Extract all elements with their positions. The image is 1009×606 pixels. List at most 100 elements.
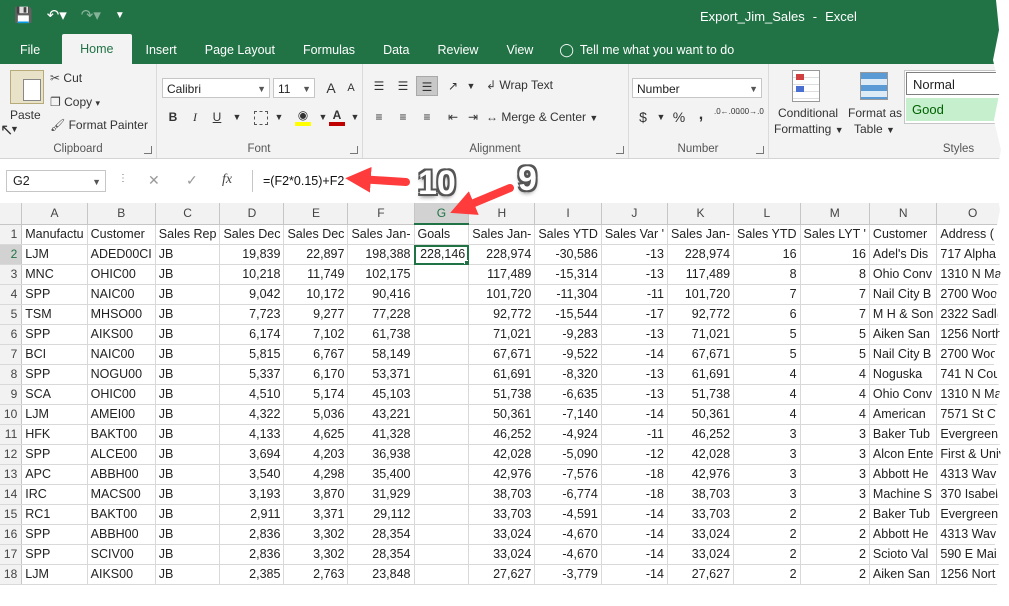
- cell-f5[interactable]: 77,228: [347, 304, 415, 325]
- cell-c11[interactable]: JB: [155, 424, 221, 445]
- cell-a10[interactable]: LJM: [21, 404, 88, 425]
- cell-c10[interactable]: JB: [155, 404, 221, 425]
- cell-n3[interactable]: Ohio Conv: [869, 264, 938, 285]
- cell-e15[interactable]: 3,371: [283, 504, 349, 525]
- clipboard-launcher-icon[interactable]: [144, 146, 152, 154]
- cell-o4[interactable]: 2700 Woo: [936, 284, 1009, 305]
- cell-h6[interactable]: 71,021: [468, 324, 536, 345]
- cell-m5[interactable]: 7: [800, 304, 870, 325]
- column-header-c[interactable]: C: [155, 203, 221, 225]
- cell-o18[interactable]: 1256 Nort: [936, 564, 1009, 585]
- cell-k16[interactable]: 33,024: [667, 524, 735, 545]
- cell-k10[interactable]: 50,361: [667, 404, 735, 425]
- tab-page-layout[interactable]: Page Layout: [191, 36, 289, 64]
- cell-d4[interactable]: 9,042: [219, 284, 285, 305]
- cell-l8[interactable]: 4: [733, 364, 801, 385]
- column-header-m[interactable]: M: [800, 203, 870, 225]
- cell-h3[interactable]: 117,489: [468, 264, 536, 285]
- fill-color-button[interactable]: ◉: [292, 105, 314, 126]
- cell-g8[interactable]: [414, 364, 470, 385]
- cell-n12[interactable]: Alcon Ente: [869, 444, 938, 465]
- cell-m14[interactable]: 3: [800, 484, 870, 505]
- bottom-align-icon[interactable]: ☰: [416, 76, 438, 96]
- cell-f10[interactable]: 43,221: [347, 404, 415, 425]
- cell-c15[interactable]: JB: [155, 504, 221, 525]
- cell-o2[interactable]: 717 Alpha: [936, 244, 1009, 265]
- cell-k12[interactable]: 42,028: [667, 444, 735, 465]
- cell-i3[interactable]: -15,314: [534, 264, 602, 285]
- row-header[interactable]: 7: [0, 344, 23, 365]
- column-header-j[interactable]: J: [601, 203, 668, 225]
- cell-e16[interactable]: 3,302: [283, 524, 349, 545]
- cell-d1[interactable]: Sales Dec: [219, 224, 285, 245]
- cell-b10[interactable]: AMEI00: [87, 404, 156, 425]
- cell-b11[interactable]: BAKT00: [87, 424, 156, 445]
- cell-j16[interactable]: -14: [601, 524, 668, 545]
- row-header[interactable]: 14: [0, 484, 23, 505]
- cell-m10[interactable]: 4: [800, 404, 870, 425]
- cell-k2[interactable]: 228,974: [667, 244, 735, 265]
- row-header[interactable]: 8: [0, 364, 23, 385]
- row-header[interactable]: 6: [0, 324, 23, 345]
- cell-f4[interactable]: 90,416: [347, 284, 415, 305]
- cell-i7[interactable]: -9,522: [534, 344, 602, 365]
- cell-e9[interactable]: 5,174: [283, 384, 349, 405]
- cell-h9[interactable]: 51,738: [468, 384, 536, 405]
- insert-function-icon[interactable]: fx: [222, 172, 232, 188]
- paste-button[interactable]: Paste: [10, 108, 41, 122]
- style-normal[interactable]: Normal: [906, 72, 1003, 95]
- cell-n5[interactable]: M H & Son: [869, 304, 938, 325]
- cell-n8[interactable]: Noguska: [869, 364, 938, 385]
- cell-o7[interactable]: 2700 Wood: [936, 344, 1009, 365]
- cell-d17[interactable]: 2,836: [219, 544, 285, 565]
- cell-a8[interactable]: SPP: [21, 364, 88, 385]
- row-header[interactable]: 1: [0, 224, 23, 245]
- column-header-b[interactable]: B: [87, 203, 156, 225]
- tell-me-box[interactable]: ◯ Tell me what you want to do: [547, 36, 748, 64]
- cell-i2[interactable]: -30,586: [534, 244, 602, 265]
- cell-d14[interactable]: 3,193: [219, 484, 285, 505]
- cell-m13[interactable]: 3: [800, 464, 870, 485]
- column-header-l[interactable]: L: [733, 203, 801, 225]
- cell-f6[interactable]: 61,738: [347, 324, 415, 345]
- cell-c4[interactable]: JB: [155, 284, 221, 305]
- cell-g5[interactable]: [414, 304, 470, 325]
- format-as-table-icon[interactable]: [860, 70, 890, 100]
- cell-f8[interactable]: 53,371: [347, 364, 415, 385]
- cell-b2[interactable]: ADED00CI: [87, 244, 156, 265]
- cell-j15[interactable]: -14: [601, 504, 668, 525]
- cell-d10[interactable]: 4,322: [219, 404, 285, 425]
- increase-decimal-button[interactable]: .0←.00: [714, 107, 740, 127]
- cell-g12[interactable]: [414, 444, 470, 465]
- cell-k5[interactable]: 92,772: [667, 304, 735, 325]
- cell-c3[interactable]: JB: [155, 264, 221, 285]
- wrap-text-button[interactable]: ↲ Wrap Text: [486, 78, 553, 92]
- save-icon[interactable]: 💾: [14, 8, 33, 24]
- cell-i16[interactable]: -4,670: [534, 524, 602, 545]
- increase-indent-icon[interactable]: ⇥: [462, 107, 484, 127]
- cell-l15[interactable]: 2: [733, 504, 801, 525]
- cell-d12[interactable]: 3,694: [219, 444, 285, 465]
- cell-k9[interactable]: 51,738: [667, 384, 735, 405]
- cell-k1[interactable]: Sales Jan-: [667, 224, 735, 245]
- cell-d13[interactable]: 3,540: [219, 464, 285, 485]
- cell-a17[interactable]: SPP: [21, 544, 88, 565]
- cell-i14[interactable]: -6,774: [534, 484, 602, 505]
- percent-button[interactable]: %: [668, 107, 690, 127]
- cell-h15[interactable]: 33,703: [468, 504, 536, 525]
- cell-d8[interactable]: 5,337: [219, 364, 285, 385]
- cell-f7[interactable]: 58,149: [347, 344, 415, 365]
- cell-l3[interactable]: 8: [733, 264, 801, 285]
- cell-e6[interactable]: 7,102: [283, 324, 349, 345]
- cell-b15[interactable]: BAKT00: [87, 504, 156, 525]
- cell-d3[interactable]: 10,218: [219, 264, 285, 285]
- cell-o5[interactable]: 2322 Sadle: [936, 304, 1009, 325]
- comma-button[interactable]: ,: [690, 105, 712, 125]
- cut-button[interactable]: ✂ Cut: [50, 71, 82, 85]
- row-header[interactable]: 16: [0, 524, 23, 545]
- cell-f1[interactable]: Sales Jan-: [347, 224, 415, 245]
- redo-icon[interactable]: ↷▾: [81, 8, 101, 24]
- cell-a1[interactable]: Manufactu: [21, 224, 88, 245]
- row-header[interactable]: 3: [0, 264, 23, 285]
- cell-n4[interactable]: Nail City B: [869, 284, 938, 305]
